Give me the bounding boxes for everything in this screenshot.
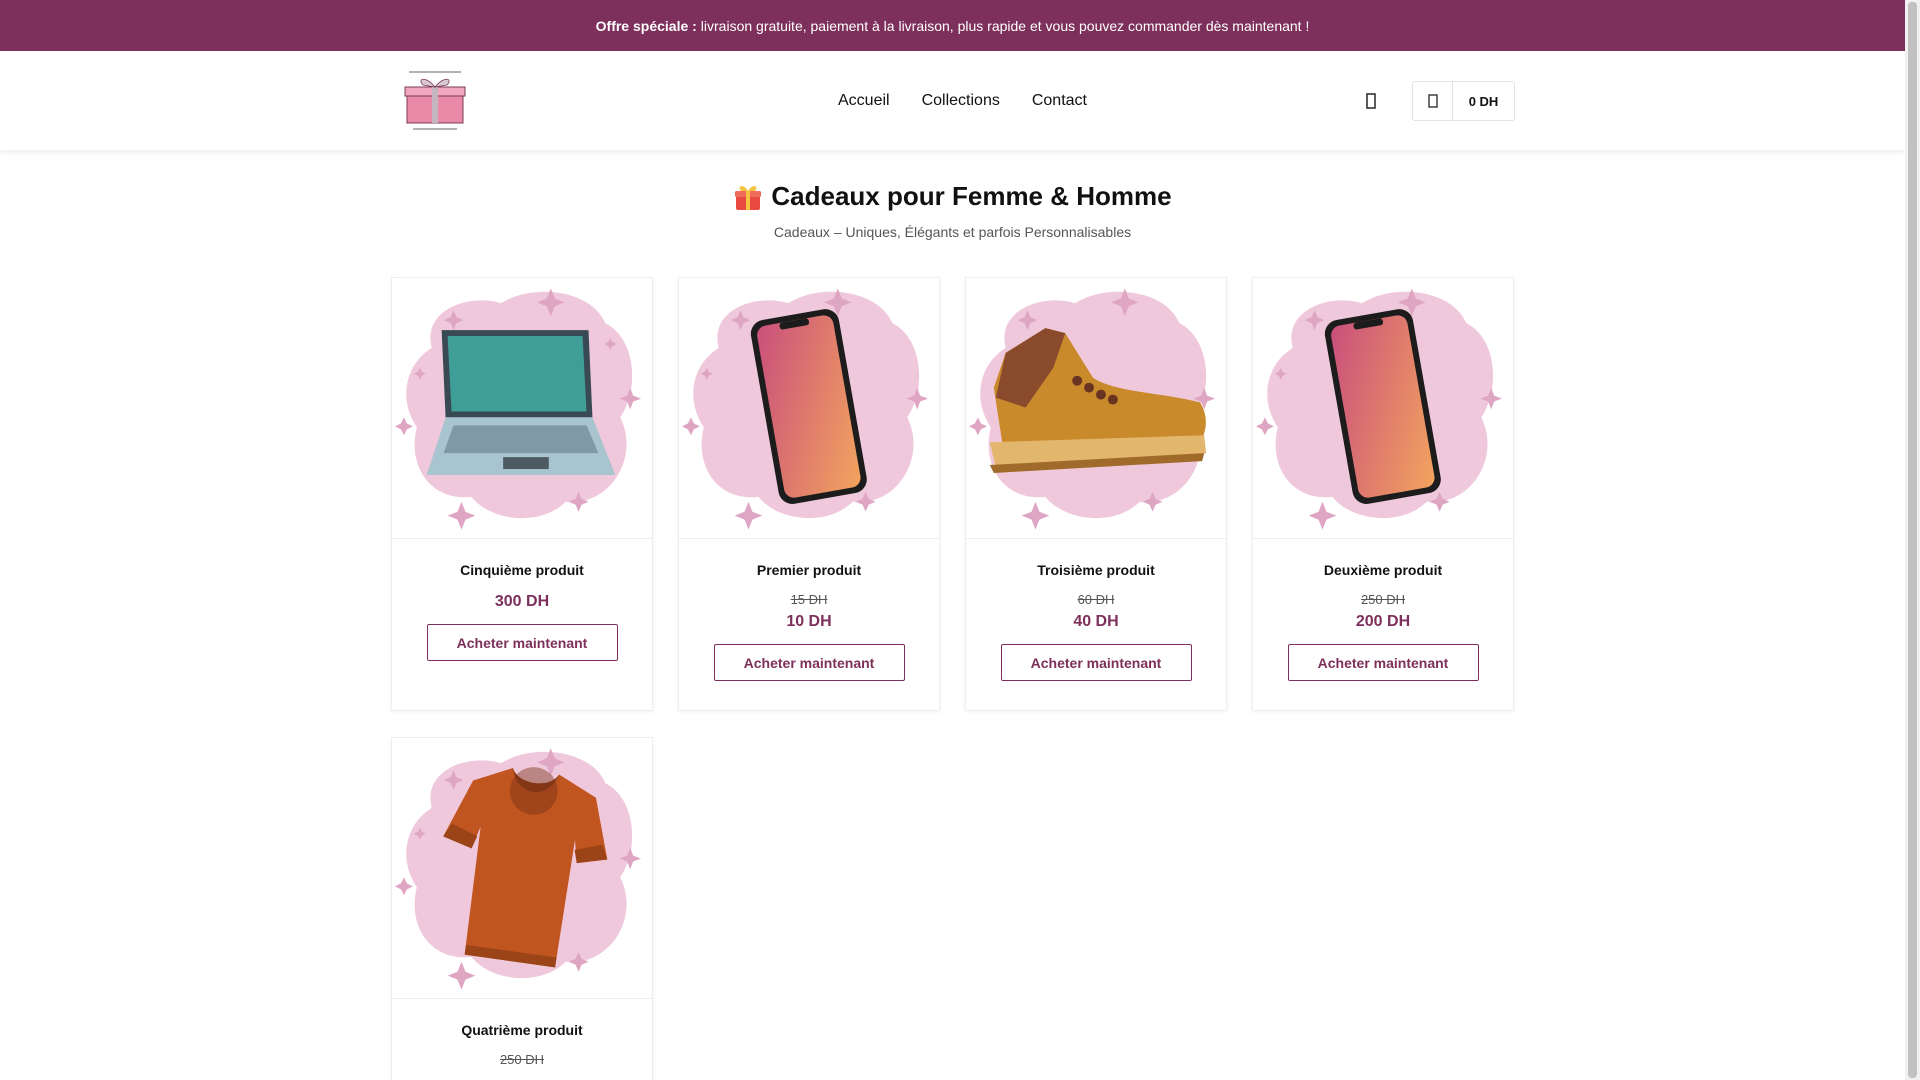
cart-button[interactable]: 0 DH [1412, 81, 1515, 121]
product-old-price: 250 DH [1360, 592, 1406, 607]
shopping-bag-icon [1413, 82, 1453, 120]
boot-image[interactable] [966, 278, 1226, 539]
page-subtitle: Cadeaux – Uniques, Élégants et parfois P… [773, 224, 1132, 240]
nav-item-accueil[interactable]: Accueil [838, 92, 890, 110]
product-price: 300 DH [494, 593, 550, 610]
product-name[interactable]: Deuxième produit [1253, 562, 1513, 578]
product-name[interactable]: Cinquième produit [392, 562, 652, 578]
buy-now-button[interactable]: Acheter maintenant [713, 644, 905, 681]
product-price: 40 DH [1073, 613, 1119, 630]
page-scrollbar[interactable] [1905, 0, 1920, 1080]
phone-image[interactable] [679, 278, 939, 539]
search-button[interactable] [1360, 90, 1382, 112]
page-title: Cadeaux pour Femme & Homme [0, 181, 1905, 212]
nav-item-collections[interactable]: Collections [922, 92, 1000, 110]
buy-now-button[interactable]: Acheter maintenant [1000, 644, 1192, 681]
scrollbar-thumb[interactable] [1908, 2, 1917, 1078]
product-old-price: 60 DH [1077, 592, 1115, 607]
announcement-label: Offre spéciale : [595, 17, 697, 34]
buy-now-button[interactable]: Acheter maintenant [426, 624, 618, 661]
product-card[interactable]: Troisième produit 60 DH 40 DH Acheter ma… [965, 277, 1227, 711]
gift-emoji [735, 185, 762, 210]
gift-box-logo[interactable] [399, 65, 471, 135]
tshirt-image[interactable] [392, 738, 652, 999]
product-name[interactable]: Quatrième produit [392, 1022, 652, 1038]
search-icon [1366, 93, 1376, 109]
product-card[interactable]: Quatrième produit 250 DH [391, 737, 653, 1080]
product-card[interactable]: Deuxième produit 250 DH 200 DH Acheter m… [1252, 277, 1514, 711]
product-card[interactable]: Premier produit 15 DH 10 DH Acheter main… [678, 277, 940, 711]
product-price: 200 DH [1355, 613, 1411, 630]
main-nav: Accueil Collections Contact [838, 51, 1087, 150]
product-old-price: 15 DH [790, 592, 828, 607]
product-card[interactable]: Cinquième produit 300 DH Acheter mainten… [391, 277, 653, 711]
cart-amount: 0 DH [1468, 93, 1499, 109]
announcement-text: livraison gratuite, paiement à la livrai… [700, 17, 1310, 34]
page-title-text: Cadeaux pour Femme & Homme [771, 181, 1172, 211]
product-name[interactable]: Premier produit [679, 562, 939, 578]
product-old-price: 250 DH [499, 1052, 545, 1067]
site-header: Accueil Collections Contact 0 DH [0, 51, 1905, 150]
product-name[interactable]: Troisième produit [966, 562, 1226, 578]
nav-item-contact[interactable]: Contact [1032, 92, 1087, 110]
phone-image[interactable] [1253, 278, 1513, 539]
laptop-image[interactable] [392, 278, 652, 539]
buy-now-button[interactable]: Acheter maintenant [1287, 644, 1479, 681]
product-price: 10 DH [786, 613, 832, 630]
announcement-bar: Offre spéciale : livraison gratuite, pai… [0, 0, 1905, 51]
